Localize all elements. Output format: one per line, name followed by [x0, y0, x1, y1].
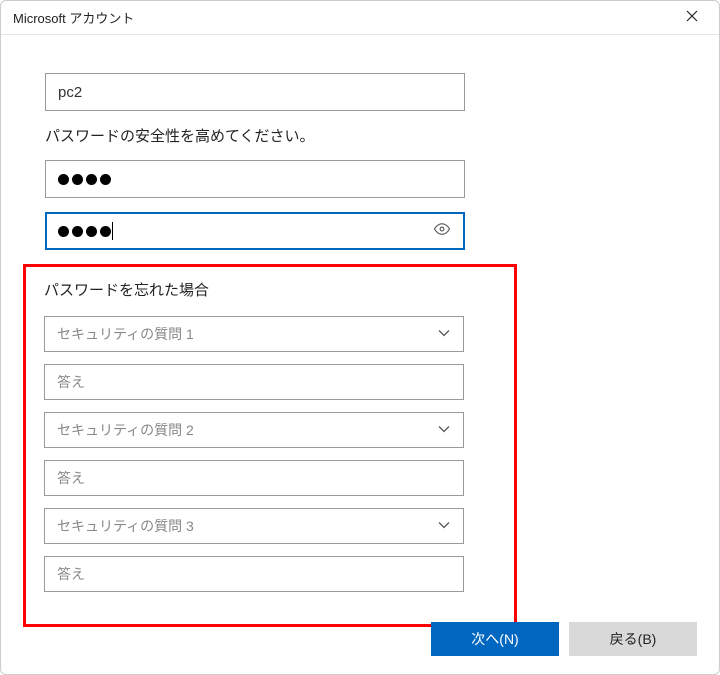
security-answer-1-input[interactable]: 答え [44, 364, 464, 400]
password-instruction: パスワードの安全性を高めてください。 [45, 125, 697, 146]
chevron-down-icon [437, 422, 451, 439]
reveal-password-icon[interactable] [433, 220, 451, 242]
security-question-3-select[interactable]: セキュリティの質問 3 [44, 508, 464, 544]
confirm-password-masked [58, 226, 111, 237]
titlebar: Microsoft アカウント [1, 1, 719, 35]
next-button-label: 次へ(N) [471, 629, 518, 649]
password-masked [58, 174, 111, 185]
back-button[interactable]: 戻る(B) [569, 622, 697, 656]
confirm-password-input[interactable] [45, 212, 465, 250]
forgot-password-section: パスワードを忘れた場合 セキュリティの質問 1 答え セキュリティの質問 2 答… [23, 264, 517, 627]
security-answer-1-placeholder: 答え [57, 372, 85, 392]
close-button[interactable] [669, 3, 715, 33]
security-answer-3-placeholder: 答え [57, 564, 85, 584]
window-title: Microsoft アカウント [13, 8, 134, 27]
password-input[interactable] [45, 160, 465, 198]
security-question-1-placeholder: セキュリティの質問 1 [57, 324, 194, 344]
footer: 次へ(N) 戻る(B) [431, 622, 697, 656]
security-question-2-select[interactable]: セキュリティの質問 2 [44, 412, 464, 448]
security-answer-2-input[interactable]: 答え [44, 460, 464, 496]
next-button[interactable]: 次へ(N) [431, 622, 559, 656]
forgot-title: パスワードを忘れた場合 [44, 279, 496, 300]
chevron-down-icon [437, 518, 451, 535]
content: pc2 パスワードの安全性を高めてください。 パスワードを忘れた場合 [1, 35, 719, 627]
username-input[interactable]: pc2 [45, 73, 465, 111]
back-button-label: 戻る(B) [610, 629, 657, 649]
security-answer-3-input[interactable]: 答え [44, 556, 464, 592]
chevron-down-icon [437, 326, 451, 343]
security-question-2-placeholder: セキュリティの質問 2 [57, 420, 194, 440]
security-answer-2-placeholder: 答え [57, 468, 85, 488]
username-value: pc2 [58, 84, 82, 101]
security-question-1-select[interactable]: セキュリティの質問 1 [44, 316, 464, 352]
close-icon [686, 9, 698, 27]
security-question-3-placeholder: セキュリティの質問 3 [57, 516, 194, 536]
window: Microsoft アカウント pc2 パスワードの安全性を高めてください。 [0, 0, 720, 675]
text-cursor [112, 222, 113, 240]
